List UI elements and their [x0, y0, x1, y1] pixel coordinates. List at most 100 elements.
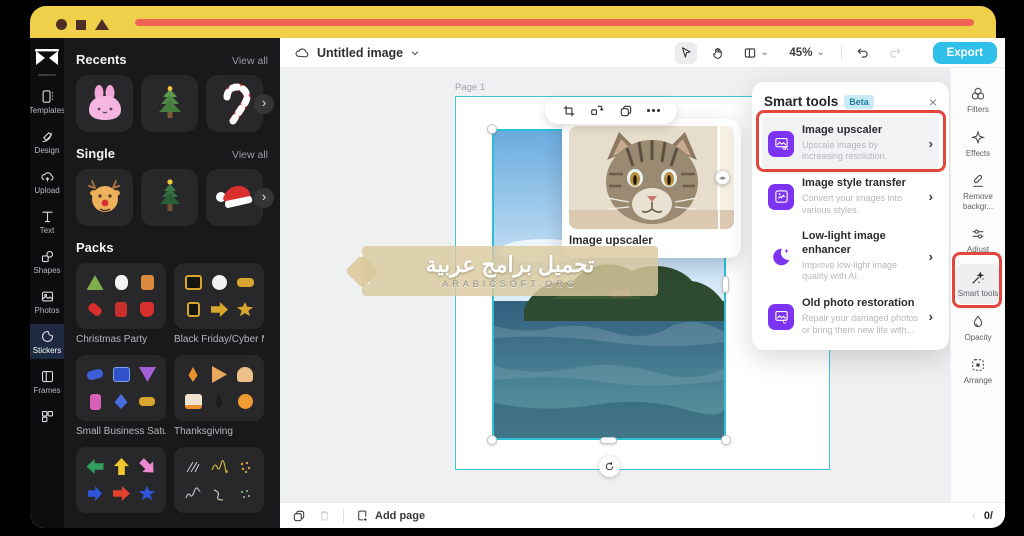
file-title-group[interactable]: Untitled image — [294, 45, 420, 61]
pack-thanksgiving[interactable]: Thanksgiving — [174, 355, 264, 437]
sidebar-item-photos[interactable]: Photos — [30, 284, 64, 319]
delete-page-button[interactable] — [318, 509, 331, 522]
resize-handle-bottom-left[interactable] — [487, 435, 497, 445]
resize-canvas-button[interactable]: ⌄ — [739, 42, 773, 64]
tool-remove-background[interactable]: Remove backgr... — [955, 167, 1001, 216]
sticker-tile-tree[interactable] — [141, 75, 198, 132]
dot — [651, 109, 655, 112]
resize-handle-top-left[interactable] — [487, 124, 497, 134]
rotate-handle[interactable] — [599, 456, 620, 477]
sidebar-item-stickers[interactable]: Stickers — [30, 324, 64, 359]
trash-icon — [320, 511, 329, 521]
reindeer-sticker-icon — [87, 179, 120, 212]
zoom-level-value: 45% — [789, 46, 813, 59]
neon-sign-icon — [86, 368, 104, 381]
app-window: Templates Design Upload Text Shapes Phot… — [30, 38, 1005, 528]
sidebar-item-text[interactable]: Text — [30, 204, 64, 239]
window-control-square-icon[interactable] — [76, 19, 86, 30]
sidebar-item-frames[interactable]: Frames — [30, 364, 64, 399]
gourd-icon — [188, 367, 198, 382]
tool-label: Effects — [965, 148, 991, 158]
window-controls[interactable] — [56, 19, 109, 30]
more-options-button[interactable] — [646, 109, 660, 112]
sidebar-item-shapes[interactable]: Shapes — [30, 244, 64, 279]
redo-button[interactable] — [884, 42, 906, 64]
smart-tool-old-photo-restoration[interactable]: C Old photo restoration Repair your dama… — [762, 290, 939, 343]
tool-title: Low-light image enhancer — [802, 230, 886, 256]
packs-section-title: Packs — [76, 240, 114, 255]
select-tool-button[interactable] — [675, 41, 698, 64]
window-control-triangle-icon[interactable] — [95, 19, 109, 30]
hand-tool-button[interactable] — [707, 42, 729, 64]
cat-before-after-image: ◂▸ — [569, 126, 734, 229]
smart-tool-lowlight-enhancer[interactable]: Low-light image enhancer Improve low-lig… — [762, 223, 939, 290]
recents-view-all-link[interactable]: View all — [232, 55, 268, 67]
top-toolbar: Untitled image ⌄ 45% ⌄ Export — [280, 38, 1005, 68]
duplicate-page-button[interactable] — [292, 509, 306, 523]
open-sign-icon — [112, 367, 130, 382]
resize-handle-bottom[interactable] — [600, 437, 617, 444]
sticker-tile-bunny[interactable] — [76, 75, 133, 132]
pack-thumbnail — [174, 263, 264, 329]
duplicate-button[interactable] — [619, 104, 633, 118]
tool-opacity[interactable]: Opacity — [955, 308, 1001, 348]
add-page-button[interactable]: Add page — [356, 509, 425, 522]
image-upscaler-icon: 4K — [768, 130, 794, 157]
undo-button[interactable] — [852, 42, 874, 64]
red-arrow-icon — [113, 486, 130, 501]
pack-black-friday[interactable]: Black Friday/Cyber M... — [174, 263, 264, 345]
pack-small-business[interactable]: Small Business Saturd... — [76, 355, 166, 437]
pack-doodles[interactable] — [174, 447, 264, 513]
single-view-all-link[interactable]: View all — [232, 149, 268, 161]
prev-page-chevron[interactable]: ‹ — [972, 510, 976, 522]
green-arrow-icon — [86, 459, 104, 474]
grid-icon — [41, 410, 53, 423]
templates-icon — [42, 90, 53, 103]
tool-smart-tools[interactable]: Smart tools — [955, 263, 1001, 304]
tool-adjust[interactable]: Adjust — [955, 220, 1001, 260]
sidebar-item-upload[interactable]: Upload — [30, 164, 64, 199]
gold-arrow-icon — [211, 302, 228, 317]
can-icon — [89, 393, 101, 410]
effects-icon — [970, 129, 986, 144]
smart-tool-style-transfer[interactable]: Image style transfer Convert your images… — [762, 170, 939, 223]
tool-label: Filters — [967, 105, 989, 114]
sidebar-item-label: Shapes — [33, 266, 61, 275]
tool-title: Image style transfer — [802, 177, 906, 190]
recents-next-chevron[interactable]: › — [254, 94, 274, 114]
tool-filters[interactable]: Filters — [955, 80, 1001, 120]
sidebar-item-label: Stickers — [32, 346, 62, 355]
browser-titlebar — [30, 6, 996, 38]
replace-button[interactable] — [590, 104, 604, 118]
resize-handle-right[interactable] — [722, 276, 729, 293]
frames-icon — [41, 370, 53, 383]
window-control-circle-icon[interactable] — [56, 19, 67, 30]
app-logo-icon[interactable] — [34, 48, 60, 68]
tool-effects[interactable]: Effects — [955, 124, 1001, 164]
crop-button[interactable] — [562, 104, 576, 118]
single-next-chevron[interactable]: › — [254, 188, 274, 208]
smart-tools-panel: Smart tools Beta × 4K Image upscaler Ups… — [752, 82, 949, 350]
upscaler-preview-card[interactable]: ◂▸ Image upscaler — [562, 119, 741, 258]
zoom-level-dropdown[interactable]: 45% ⌄ — [783, 42, 831, 64]
before-after-slider-handle[interactable]: ◂▸ — [715, 170, 730, 185]
resize-handle-bottom-right[interactable] — [721, 435, 731, 445]
export-button[interactable]: Export — [932, 42, 997, 64]
sidebar-item-design[interactable]: Design — [30, 124, 64, 159]
dot — [646, 109, 650, 112]
sidebar-item-more[interactable] — [30, 404, 64, 428]
smart-tool-image-upscaler[interactable]: 4K Image upscaler Upscale images by incr… — [762, 117, 939, 171]
recents-section-title: Recents — [76, 52, 127, 67]
sticker-tile-tree2[interactable] — [141, 169, 198, 226]
left-icon-rail: Templates Design Upload Text Shapes Phot… — [30, 38, 64, 528]
close-icon[interactable]: × — [929, 95, 937, 109]
pack-arrows[interactable] — [76, 447, 166, 513]
pack-christmas-party[interactable]: Christmas Party — [76, 263, 166, 345]
crop-icon — [563, 105, 575, 116]
pack-name: Thanksgiving — [174, 426, 233, 437]
sidebar-item-templates[interactable]: Templates — [30, 84, 64, 119]
chevron-down-icon[interactable] — [410, 48, 420, 58]
doodle-dots-icon — [240, 461, 251, 473]
sticker-tile-reindeer[interactable] — [76, 169, 133, 226]
tool-arrange[interactable]: Arrange — [955, 351, 1001, 391]
